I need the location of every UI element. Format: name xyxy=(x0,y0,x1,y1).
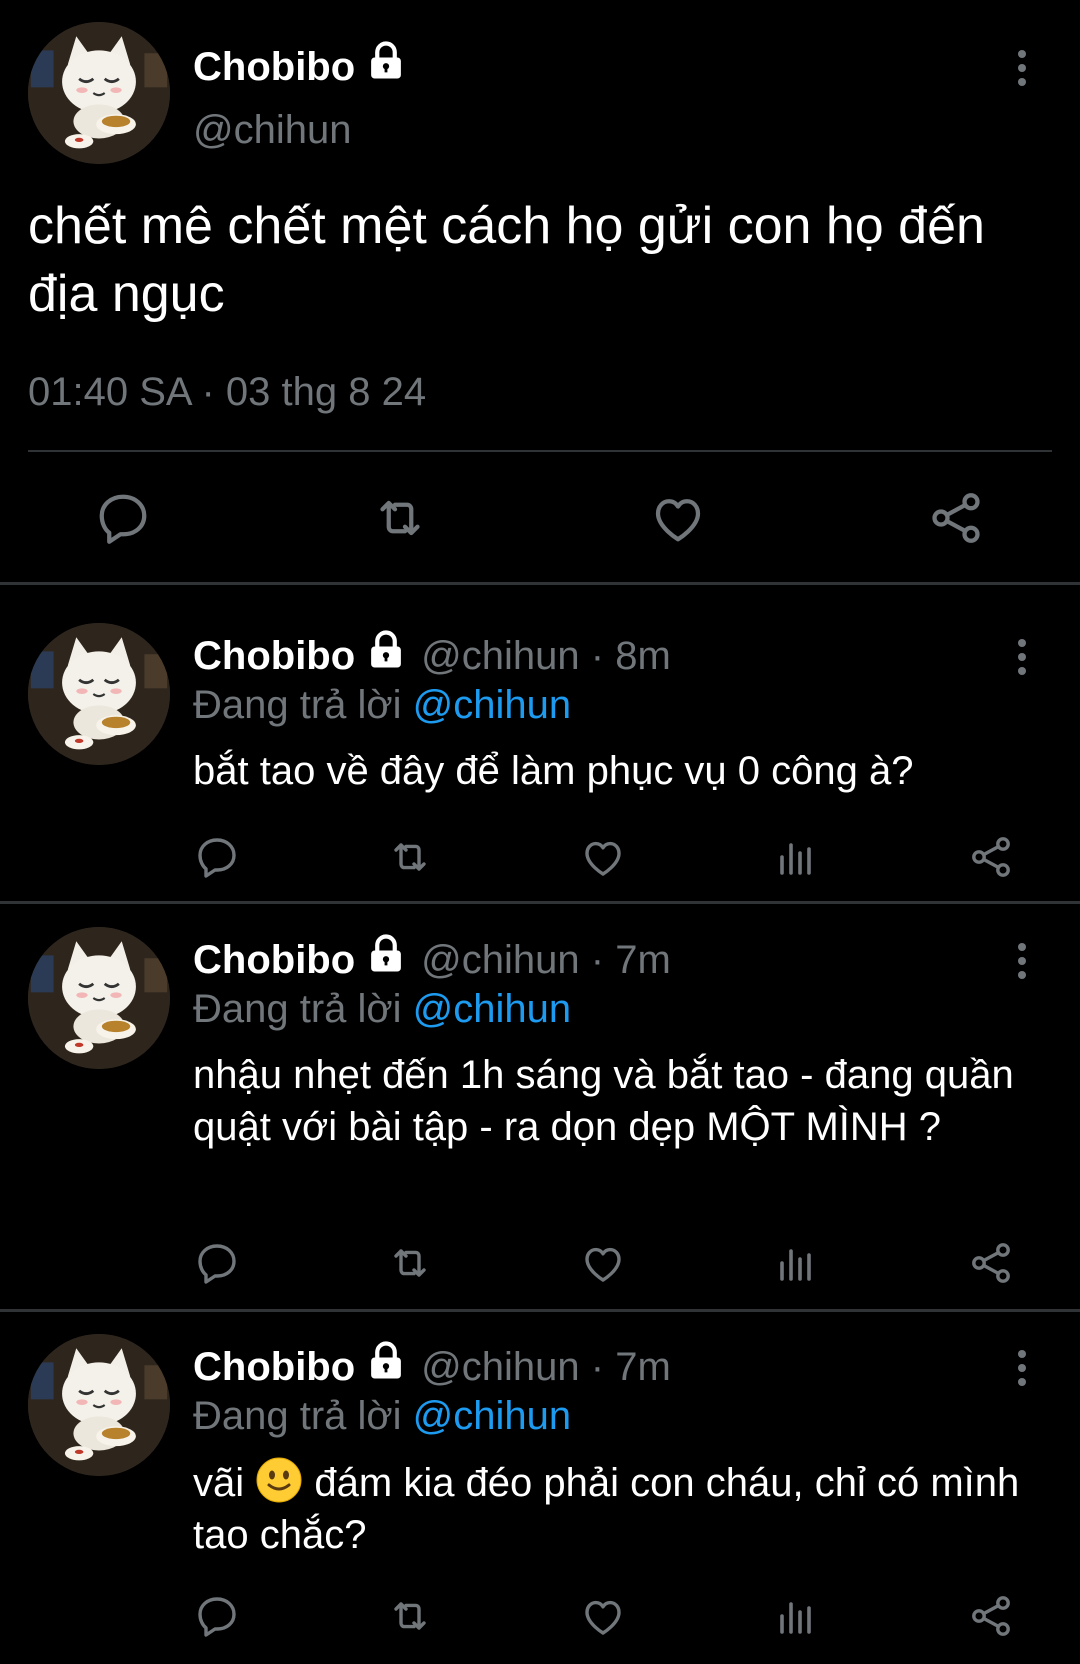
lock-icon xyxy=(365,1340,407,1382)
display-name[interactable]: Chobibo xyxy=(193,634,355,678)
reply-text: bắt tao về đây để làm phục vụ 0 công à? xyxy=(193,749,914,793)
reply-icon[interactable] xyxy=(93,488,153,548)
mention-link[interactable]: @chihun xyxy=(413,987,571,1031)
replying-to: Đang trả lời @chihun xyxy=(193,987,572,1031)
avatar[interactable] xyxy=(28,927,170,1069)
share-icon[interactable] xyxy=(926,488,986,548)
avatar[interactable] xyxy=(28,22,170,164)
share-icon[interactable] xyxy=(967,1592,1015,1640)
mention-link[interactable]: @chihun xyxy=(413,1394,571,1438)
lock-icon xyxy=(365,933,407,975)
reply-text: vãi đám kia đéo phải con cháu, chỉ có mì… xyxy=(193,1456,1033,1561)
tweet-timestamp: 01:40 SA · 03 thg 8 24 xyxy=(28,370,427,414)
like-icon[interactable] xyxy=(648,488,708,548)
avatar[interactable] xyxy=(28,623,170,765)
more-options-icon[interactable] xyxy=(1012,1348,1032,1388)
reply-tweet[interactable]: Chobibo @chihun · 8m Đang trả lời @chihun… xyxy=(0,585,1080,901)
reply-text: nhậu nhẹt đến 1h sáng và bắt tao - đang … xyxy=(193,1053,1014,1149)
display-name[interactable]: Chobibo xyxy=(193,1345,355,1389)
display-name[interactable]: Chobibo xyxy=(193,938,355,982)
share-icon[interactable] xyxy=(967,833,1015,881)
reply-tweet[interactable]: Chobibo @chihun · 7m Đang trả lời @chihun… xyxy=(0,889,1080,1309)
analytics-icon[interactable] xyxy=(772,833,820,881)
more-options-icon[interactable] xyxy=(1012,48,1032,88)
more-options-icon[interactable] xyxy=(1012,637,1032,677)
main-tweet: Chobibo @chihun chết mê chết mệt cách họ… xyxy=(0,0,1080,584)
lock-icon xyxy=(365,40,407,82)
replying-to: Đang trả lời @chihun xyxy=(193,683,572,727)
mention-link[interactable]: @chihun xyxy=(413,683,571,727)
handle: @chihun xyxy=(193,108,352,152)
reply-header: Chobibo @chihun · 7m xyxy=(193,933,671,984)
replying-to: Đang trả lời @chihun xyxy=(193,1394,572,1438)
retweet-icon[interactable] xyxy=(386,833,434,881)
lock-icon xyxy=(365,629,407,671)
like-icon[interactable] xyxy=(579,1239,627,1287)
reply-header: Chobibo @chihun · 8m xyxy=(193,629,671,680)
analytics-icon[interactable] xyxy=(772,1592,820,1640)
share-icon[interactable] xyxy=(967,1239,1015,1287)
handle-time: @chihun · 8m xyxy=(421,634,671,678)
reply-icon[interactable] xyxy=(193,833,241,881)
reply-header: Chobibo @chihun · 7m xyxy=(193,1340,671,1391)
thread-view: Chobibo @chihun chết mê chết mệt cách họ… xyxy=(0,0,1080,1664)
slightly-smiling-face-icon xyxy=(255,1456,303,1504)
reply-icon[interactable] xyxy=(193,1239,241,1287)
divider xyxy=(28,450,1052,452)
more-options-icon[interactable] xyxy=(1012,941,1032,981)
handle-time: @chihun · 7m xyxy=(421,1345,671,1389)
retweet-icon[interactable] xyxy=(370,488,430,548)
like-icon[interactable] xyxy=(579,833,627,881)
reply-icon[interactable] xyxy=(193,1592,241,1640)
avatar[interactable] xyxy=(28,1334,170,1476)
handle-time: @chihun · 7m xyxy=(421,938,671,982)
like-icon[interactable] xyxy=(579,1592,627,1640)
analytics-icon[interactable] xyxy=(772,1239,820,1287)
reply-tweet[interactable]: Chobibo @chihun · 7m Đang trả lời @chihun… xyxy=(0,1296,1080,1664)
retweet-icon[interactable] xyxy=(386,1239,434,1287)
display-name[interactable]: Chobibo xyxy=(193,40,407,90)
tweet-text: chết mê chết mệt cách họ gửi con họ đến … xyxy=(28,197,985,323)
retweet-icon[interactable] xyxy=(386,1592,434,1640)
